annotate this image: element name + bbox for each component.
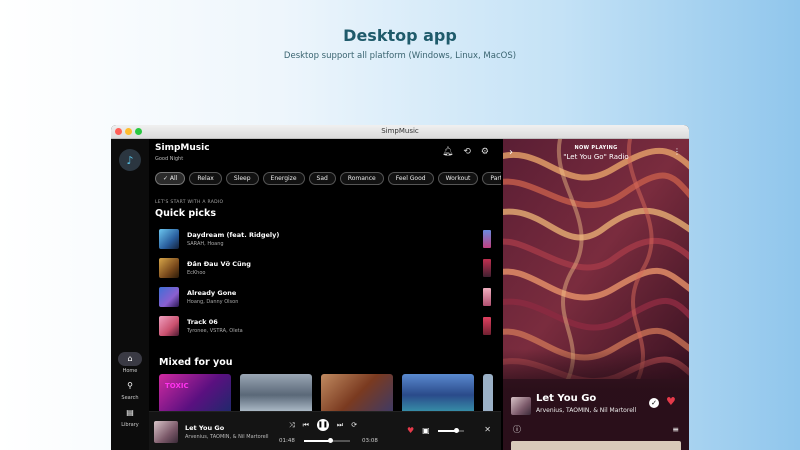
now-playing-panel: › NOW PLAYING "Let You Go" Radio ⋮ Let Y… — [503, 139, 689, 450]
nav-library-label: Library — [121, 422, 139, 428]
now-playing-title: Let You Go — [536, 393, 597, 404]
track-row[interactable]: Already Gone Hoang, Danny Olson — [159, 287, 489, 307]
quick-picks-subtitle: LET'S START WITH A RADIO — [155, 200, 224, 205]
player-title: Let You Go — [185, 424, 225, 432]
bell-icon[interactable]: 🔔︎ — [442, 147, 453, 157]
nav-search[interactable]: ⚲ Search — [111, 379, 149, 401]
track-thumbnail — [159, 229, 179, 249]
info-icon[interactable]: ⓘ — [513, 424, 521, 435]
chip-workout[interactable]: Workout — [437, 172, 479, 185]
main-panel: SimpMusic Good Night 🔔︎ ⟲ ⚙ ✓ All Relax … — [149, 139, 501, 450]
track-title: Đân Đau Vỡ Cũng — [187, 260, 251, 268]
track-artist: Tyronee, VSTRA, Oleta — [187, 328, 243, 334]
chip-feel-good[interactable]: Feel Good — [387, 172, 434, 185]
next-icon[interactable]: ⏭︎ — [337, 421, 343, 430]
nav-library[interactable]: ▤ Library — [111, 406, 149, 428]
chip-romance[interactable]: Romance — [339, 172, 384, 185]
chip-sad[interactable]: Sad — [308, 172, 336, 185]
duration-time: 03:08 — [362, 438, 378, 444]
player-artist: Arvenius, TAOMIN, & Nil Martorell — [185, 434, 269, 440]
chip-relax[interactable]: Relax — [189, 172, 222, 185]
chip-sleep[interactable]: Sleep — [225, 172, 259, 185]
mix-card[interactable] — [402, 374, 474, 416]
page-subline: Desktop support all platform (Windows, L… — [283, 51, 517, 61]
mix-card-tag: TOXIC — [165, 382, 189, 390]
now-playing-radio: "Let You Go" Radio — [563, 153, 629, 161]
track-thumbnail — [159, 258, 179, 278]
app-content: ♪ ⌂ Home ⚲ Search ▤ Library SimpMusic Go… — [111, 139, 689, 450]
search-icon: ⚲ — [127, 381, 133, 390]
nav-search-label: Search — [121, 395, 139, 401]
next-column-thumbnail[interactable] — [483, 230, 491, 248]
speaker-icon[interactable]: ▣ — [422, 426, 430, 435]
playback-controls: ⤨ ⏮︎ ❚❚ ⏭︎ ⟳ — [289, 419, 357, 431]
nav-rail: ♪ ⌂ Home ⚲ Search ▤ Library — [111, 139, 149, 450]
chip-party[interactable]: Party — [482, 172, 501, 185]
track-row[interactable]: Daydream (feat. Ridgely) SARAH, Hoang — [159, 229, 489, 249]
player-extras: ♥ ▣ — [407, 426, 464, 435]
track-artist: Hoang, Danny Olson — [187, 299, 239, 305]
next-column-thumbnail[interactable] — [483, 288, 491, 306]
mixed-for-you-title: Mixed for you — [159, 357, 233, 368]
window-titlebar: SimpMusic — [111, 125, 689, 139]
next-column-thumbnail[interactable] — [483, 259, 491, 277]
heart-icon[interactable]: ♥ — [407, 426, 414, 435]
track-row[interactable]: Đân Đau Vỡ Cũng EcKhoo — [159, 258, 489, 278]
app-logo-icon: ♪ — [119, 149, 141, 171]
album-art — [503, 139, 689, 379]
close-icon[interactable]: ✕ — [484, 425, 491, 434]
gear-icon[interactable]: ⚙ — [481, 147, 489, 157]
volume-knob[interactable] — [454, 427, 460, 433]
track-title: Daydream (feat. Ridgely) — [187, 231, 280, 239]
history-icon[interactable]: ⟲ — [463, 147, 471, 157]
heart-icon[interactable]: ♥ — [666, 395, 676, 408]
track-row[interactable]: Track 06 Tyronee, VSTRA, Oleta — [159, 316, 489, 336]
chip-energize[interactable]: Energize — [262, 172, 305, 185]
mix-card[interactable] — [321, 374, 393, 416]
check-icon[interactable]: ✓ — [649, 398, 659, 408]
track-artist: SARAH, Hoang — [187, 241, 224, 247]
player-bar: Let You Go Arvenius, TAOMIN, & Nil Marto… — [149, 411, 501, 450]
elapsed-time: 01:48 — [279, 438, 295, 444]
app-name: SimpMusic — [155, 143, 210, 153]
track-thumbnail — [159, 287, 179, 307]
track-title: Track 06 — [187, 318, 218, 326]
mood-chips: ✓ All Relax Sleep Energize Sad Romance F… — [155, 172, 501, 185]
nav-home[interactable]: ⌂ Home — [111, 352, 149, 374]
header-actions: 🔔︎ ⟲ ⚙ — [442, 147, 489, 157]
previous-icon[interactable]: ⏮︎ — [303, 421, 309, 430]
up-next-card[interactable] — [511, 441, 681, 450]
pause-icon[interactable]: ❚❚ — [316, 419, 329, 431]
window-title: SimpMusic — [381, 127, 419, 135]
more-icon[interactable]: ⋮ — [673, 147, 681, 156]
next-column-thumbnail[interactable] — [483, 317, 491, 335]
now-playing-artist: Arvenius, TAOMIN, & Nil Martorell — [536, 407, 637, 414]
app-window: SimpMusic ♪ ⌂ Home ⚲ Search ▤ Library Si… — [111, 125, 689, 450]
page-headline: Desktop app — [343, 26, 457, 45]
chip-all[interactable]: ✓ All — [155, 172, 186, 185]
home-icon: ⌂ — [118, 352, 142, 366]
nav-home-label: Home — [122, 368, 138, 374]
progress-slider[interactable] — [304, 438, 350, 443]
quick-picks-title: Quick picks — [155, 208, 217, 219]
progress-fill — [304, 440, 331, 442]
volume-slider[interactable] — [437, 427, 464, 433]
mix-card[interactable] — [483, 374, 493, 416]
queue-icon[interactable]: ≡ — [672, 425, 679, 434]
mix-card[interactable] — [240, 374, 312, 416]
track-title: Already Gone — [187, 289, 237, 297]
now-playing-label: NOW PLAYING — [574, 145, 618, 151]
track-thumbnail — [159, 316, 179, 336]
player-thumbnail[interactable] — [154, 421, 178, 443]
now-playing-thumbnail — [511, 397, 531, 415]
repeat-icon[interactable]: ⟳ — [351, 421, 357, 429]
library-icon: ▤ — [126, 408, 134, 417]
progress-knob[interactable] — [328, 438, 334, 443]
shuffle-icon[interactable]: ⤨ — [289, 421, 295, 430]
track-artist: EcKhoo — [187, 270, 206, 276]
mix-card[interactable]: TOXIC — [159, 374, 231, 416]
greeting: Good Night — [155, 156, 184, 162]
